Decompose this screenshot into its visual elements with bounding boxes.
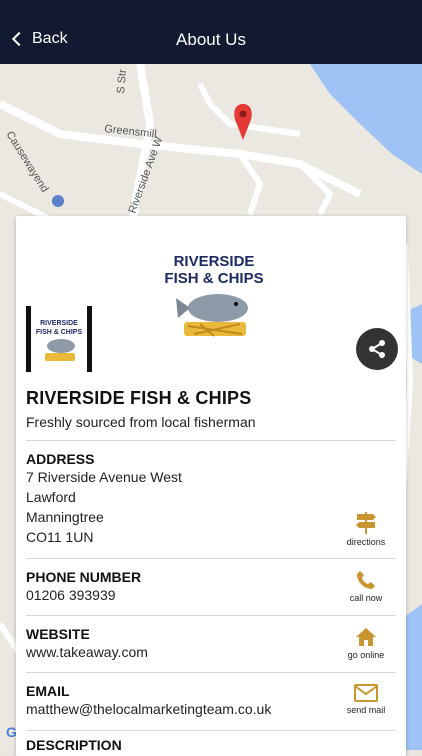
description-title: DESCRIPTION (26, 737, 122, 753)
location-pin-icon[interactable] (234, 104, 252, 140)
home-icon (356, 628, 376, 646)
send-mail-label: send mail (346, 705, 386, 715)
directions-button[interactable]: directions (336, 510, 396, 547)
business-tagline: Freshly sourced from local fisherman (26, 414, 256, 430)
nav-bar: Back About Us (0, 0, 422, 64)
go-online-label: go online (347, 650, 385, 660)
svg-text:FISH & CHIPS: FISH & CHIPS (36, 329, 83, 336)
info-card: RIVERSIDE FISH & CHIPS RIVERSIDE FISH & … (16, 216, 406, 756)
business-name: RIVERSIDE FISH & CHIPS (26, 388, 252, 408)
share-button[interactable] (356, 328, 398, 370)
go-online-button[interactable]: go online (336, 627, 396, 660)
svg-text:RIVERSIDE: RIVERSIDE (40, 320, 78, 327)
share-icon (369, 340, 385, 358)
signpost-icon (356, 512, 376, 534)
address-line-2: Lawford (26, 489, 76, 505)
svg-text:RIVERSIDE: RIVERSIDE (174, 253, 255, 270)
map-label-s-str: S Str (115, 69, 129, 95)
send-mail-button[interactable]: send mail (336, 684, 396, 715)
business-thumbnail: RIVERSIDE FISH & CHIPS (26, 306, 92, 372)
phone-icon (357, 571, 375, 589)
business-logo: RIVERSIDE FISH & CHIPS (154, 246, 274, 346)
svg-text:FISH & CHIPS: FISH & CHIPS (164, 270, 263, 287)
page-title: About Us (176, 30, 246, 49)
call-now-label: call now (349, 593, 383, 603)
address-title: ADDRESS (26, 451, 95, 467)
address-line-1: 7 Riverside Avenue West (26, 469, 182, 485)
directions-label: directions (346, 537, 386, 547)
map-label-causewayend: Causewayend (3, 129, 50, 194)
call-now-button[interactable]: call now (336, 570, 396, 603)
envelope-icon (354, 684, 378, 702)
